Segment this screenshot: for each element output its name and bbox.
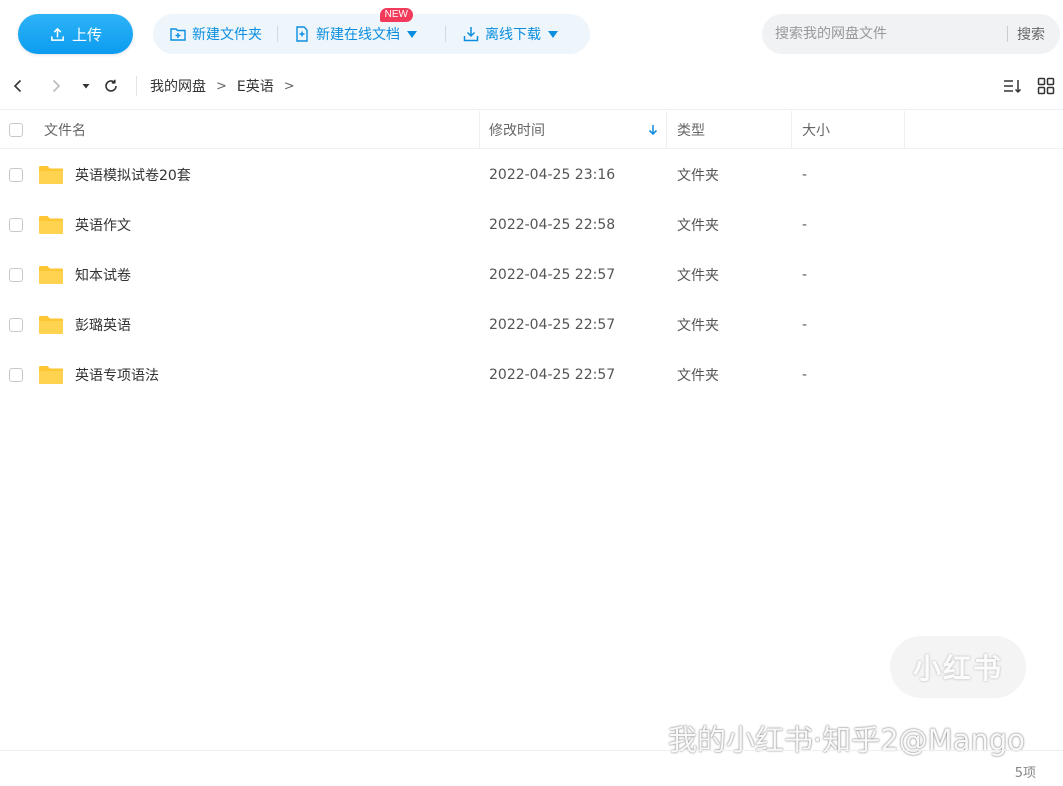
watermark-badge: 小红书 — [890, 636, 1026, 698]
column-header-modified[interactable]: 修改时间 — [489, 111, 545, 149]
file-type: 文件夹 — [677, 318, 719, 334]
column-header-size[interactable]: 大小 — [802, 111, 830, 149]
chevron-down-icon — [548, 30, 558, 38]
breadcrumb-separator: > — [216, 78, 227, 94]
file-size: - — [802, 267, 808, 283]
file-name[interactable]: 彭璐英语 — [75, 300, 131, 350]
new-folder-label: 新建文件夹 — [192, 27, 262, 43]
breadcrumb-current[interactable]: E英语 — [237, 76, 274, 96]
file-type: 文件夹 — [677, 168, 719, 184]
watermark-text: 我的小红书·知乎2@Mango — [668, 723, 1025, 757]
file-name[interactable]: 英语专项语法 — [75, 350, 159, 400]
folder-icon — [39, 166, 63, 184]
folder-icon — [39, 216, 63, 234]
new-online-doc-label: 新建在线文档 — [316, 27, 400, 43]
footer-divider — [0, 750, 1063, 751]
search-button[interactable]: 搜索 — [1008, 24, 1045, 44]
breadcrumb: 我的网盘 > E英语 > — [150, 76, 295, 96]
row-checkbox[interactable] — [9, 368, 23, 382]
caret-down-icon — [82, 84, 90, 89]
row-checkbox[interactable] — [9, 168, 23, 182]
row-checkbox[interactable] — [9, 318, 23, 332]
file-name[interactable]: 英语模拟试卷20套 — [75, 150, 191, 200]
grid-view-button[interactable] — [1034, 74, 1058, 98]
upload-icon — [51, 27, 64, 41]
item-count: 5项 — [1014, 766, 1036, 781]
history-dropdown-button[interactable] — [74, 74, 98, 98]
file-type: 文件夹 — [677, 268, 719, 284]
file-name[interactable]: 英语作文 — [75, 200, 131, 250]
table-header: 文件名 修改时间 类型 大小 — [0, 111, 1063, 149]
new-doc-icon — [296, 26, 308, 42]
file-size: - — [802, 217, 808, 233]
refresh-button[interactable] — [99, 74, 123, 98]
breadcrumb-separator: > — [283, 78, 295, 94]
sort-list-icon — [1004, 80, 1022, 94]
upload-button[interactable]: 上传 — [18, 14, 133, 54]
file-type: 文件夹 — [677, 218, 719, 234]
download-icon — [463, 27, 479, 42]
search-input[interactable] — [762, 26, 1007, 42]
file-type: 文件夹 — [677, 368, 719, 384]
toolbar: 上传 新建文件夹 新建在线文档 NEW 离线下载 搜索我的网盘文件 搜索 — [0, 0, 1063, 62]
back-button[interactable] — [6, 74, 30, 98]
row-checkbox[interactable] — [9, 268, 23, 282]
chevron-left-icon — [13, 79, 22, 93]
forward-button[interactable] — [44, 74, 68, 98]
file-list: 英语模拟试卷20套 2022-04-25 23:16 文件夹 - 英语作文 20… — [0, 150, 1063, 400]
table-row[interactable]: 英语作文 2022-04-25 22:58 文件夹 - — [0, 200, 1063, 250]
new-folder-button[interactable]: 新建文件夹 — [169, 14, 262, 54]
file-modified: 2022-04-25 22:57 — [489, 367, 616, 383]
sort-list-button[interactable] — [1000, 74, 1024, 98]
new-badge: NEW — [379, 8, 413, 22]
table-row[interactable]: 英语模拟试卷20套 2022-04-25 23:16 文件夹 - — [0, 150, 1063, 200]
toolbar-divider — [277, 26, 278, 42]
offline-download-button[interactable]: 离线下载 — [462, 14, 558, 54]
file-size: - — [802, 317, 808, 333]
chevron-right-icon — [52, 79, 61, 93]
column-divider — [791, 111, 792, 149]
breadcrumb-root[interactable]: 我的网盘 — [150, 76, 206, 96]
column-header-type[interactable]: 类型 — [677, 111, 705, 149]
column-divider — [904, 111, 905, 149]
offline-download-label: 离线下载 — [485, 27, 541, 43]
toolbar-divider — [445, 26, 446, 42]
column-header-name[interactable]: 文件名 — [44, 111, 86, 149]
folder-icon — [39, 266, 63, 284]
sort-down-icon — [648, 125, 658, 136]
column-divider — [666, 111, 667, 149]
action-group: 新建文件夹 新建在线文档 NEW 离线下载 — [153, 8, 590, 54]
file-modified: 2022-04-25 22:58 — [489, 217, 616, 233]
file-modified: 2022-04-25 23:16 — [489, 167, 616, 183]
nav-divider — [136, 76, 137, 96]
select-all-checkbox-wrap — [9, 111, 23, 149]
grid-view-icon — [1037, 77, 1055, 95]
file-size: - — [802, 367, 808, 383]
new-online-doc-button[interactable]: 新建在线文档 NEW — [293, 8, 417, 54]
file-name[interactable]: 知本试卷 — [75, 250, 131, 300]
file-modified: 2022-04-25 22:57 — [489, 267, 616, 283]
refresh-icon — [105, 79, 117, 92]
table-row[interactable]: 知本试卷 2022-04-25 22:57 文件夹 - — [0, 250, 1063, 300]
row-checkbox[interactable] — [9, 218, 23, 232]
table-row[interactable]: 英语专项语法 2022-04-25 22:57 文件夹 - — [0, 350, 1063, 400]
new-folder-icon — [170, 28, 186, 41]
folder-icon — [39, 316, 63, 334]
search-box: 搜索 — [762, 14, 1060, 54]
upload-label: 上传 — [71, 25, 102, 44]
table-row[interactable]: 彭璐英语 2022-04-25 22:57 文件夹 - — [0, 300, 1063, 350]
file-size: - — [802, 167, 808, 183]
file-modified: 2022-04-25 22:57 — [489, 317, 616, 333]
column-divider — [479, 111, 480, 149]
chevron-down-icon — [407, 30, 417, 38]
nav-row: 我的网盘 > E英语 > — [0, 62, 1063, 110]
select-all-checkbox[interactable] — [9, 123, 23, 137]
folder-icon — [39, 366, 63, 384]
